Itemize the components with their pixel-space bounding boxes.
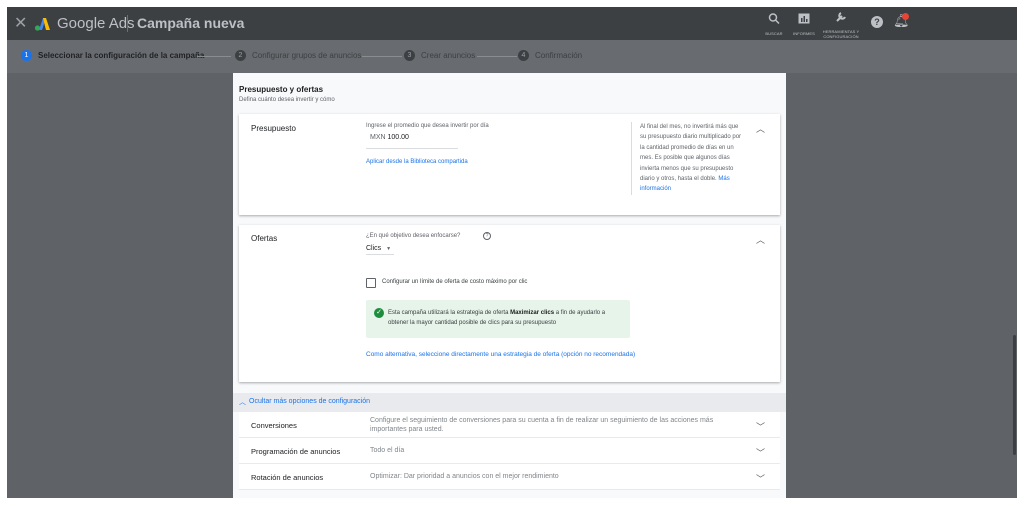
search-icon	[768, 13, 780, 25]
strategy-name: Maximizar clics	[510, 310, 555, 316]
conversions-row[interactable]: Conversiones Configure el seguimiento de…	[239, 412, 780, 438]
page-title: Campaña nueva	[137, 15, 245, 31]
step-number: 3	[404, 50, 415, 61]
dropdown-arrow-icon: ▼	[386, 246, 392, 252]
step-number: 1	[21, 50, 32, 61]
bids-label: Ofertas	[251, 234, 278, 243]
strategy-info-text: Esta campaña utilizará la estrategia de …	[388, 308, 620, 328]
budget-card: Presupuesto Ingrese el promedio que dese…	[239, 114, 780, 215]
help-circle-icon[interactable]: ?	[483, 232, 491, 240]
wrench-icon	[836, 12, 846, 22]
chevron-down-icon: ﹀	[756, 422, 766, 432]
shared-library-link[interactable]: Aplicar desde la Biblioteca compartida	[366, 159, 468, 165]
row-label: Programación de anuncios	[251, 447, 341, 456]
ad-schedule-row[interactable]: Programación de anuncios Todo el día ﹀	[239, 438, 780, 464]
chevron-up-icon[interactable]: ︿	[756, 233, 765, 246]
row-value: Todo el día	[370, 447, 405, 454]
strategy-info-box: ✓ Esta campaña utilizará la estrategia d…	[366, 300, 630, 338]
budget-bids-panel: Presupuesto y ofertas Defina cuánto dese…	[233, 73, 786, 498]
tools-settings[interactable]: HERRAMIENTAS Y CONFIGURACIÓN	[822, 9, 860, 39]
step-confirmation[interactable]: 4 Confirmación	[518, 50, 582, 61]
brand-name: Google Ads	[57, 15, 135, 32]
row-value: Optimizar: Dar prioridad a anuncios con …	[370, 473, 559, 480]
step-connector	[197, 56, 231, 57]
max-cpc-checkbox[interactable]	[366, 278, 376, 288]
reports-tool-label: INFORMES	[793, 31, 815, 36]
step-ad-groups[interactable]: 2 Configurar grupos de anuncios	[235, 50, 361, 61]
search-tool-label: BUSCAR	[765, 31, 783, 36]
close-icon[interactable]: ✕	[14, 13, 27, 33]
bids-question: ¿En qué objetivo desea enfocarse?	[366, 233, 461, 239]
ad-rotation-row[interactable]: Rotación de anuncios Optimizar: Dar prio…	[239, 464, 780, 490]
search-tool[interactable]: BUSCAR	[765, 11, 783, 36]
budget-amount: 100.00	[387, 134, 409, 141]
step-label: Seleccionar la configuración de la campa…	[38, 51, 205, 60]
check-circle-icon: ✓	[374, 308, 384, 318]
step-connector	[477, 56, 517, 57]
budget-label: Presupuesto	[251, 124, 296, 133]
bid-focus-value: Clics	[366, 245, 382, 252]
page-scrollbar[interactable]	[1013, 335, 1016, 455]
tools-settings-label: HERRAMIENTAS Y CONFIGURACIÓN	[822, 29, 860, 39]
more-options-toggle[interactable]: ︿ Ocultar más opciones de configuración	[233, 393, 786, 412]
app-window: ✕ Google Ads Campaña nueva BUSCAR INFORM…	[7, 7, 1017, 498]
title-divider	[127, 15, 128, 32]
bids-card: Ofertas ¿En qué objetivo desea enfocarse…	[239, 225, 780, 382]
section-title: Presupuesto y ofertas	[239, 85, 324, 94]
reports-tool[interactable]: INFORMES	[791, 11, 817, 36]
alt-strategy-link[interactable]: Como alternativa, seleccione directament…	[366, 351, 635, 358]
step-connector	[362, 56, 402, 57]
max-cpc-label: Configurar un límite de oferta de costo …	[382, 279, 528, 285]
row-value: Configure el seguimiento de conversiones…	[370, 417, 714, 433]
row-label: Conversiones	[251, 421, 297, 430]
section-subtitle: Defina cuánto desea invertir y cómo	[239, 97, 335, 103]
top-app-bar: ✕ Google Ads Campaña nueva BUSCAR INFORM…	[7, 7, 1017, 40]
budget-hint: Ingrese el promedio que desea invertir p…	[366, 123, 489, 129]
step-label: Confirmación	[535, 51, 583, 60]
reports-icon	[798, 13, 810, 24]
step-campaign-settings[interactable]: 1 Seleccionar la configuración de la cam…	[21, 50, 204, 61]
help-icon[interactable]: ?	[871, 16, 883, 28]
chevron-down-icon: ﹀	[756, 474, 766, 484]
step-number: 4	[518, 50, 529, 61]
step-label: Configurar grupos de anuncios	[252, 51, 362, 60]
google-ads-logo	[34, 18, 50, 31]
currency-code: MXN	[370, 134, 386, 141]
step-create-ads[interactable]: 3 Crear anuncios	[404, 50, 475, 61]
campaign-stepper: 1 Seleccionar la configuración de la cam…	[7, 40, 1017, 73]
notification-badge	[902, 13, 909, 20]
bid-focus-dropdown[interactable]: Clics ▼	[366, 245, 394, 255]
info-text-pre: Esta campaña utilizará la estrategia de …	[388, 310, 511, 316]
budget-info-note: Al final del mes, no invertirá más que s…	[631, 122, 746, 195]
chevron-up-icon: ︿	[239, 399, 246, 406]
row-label: Rotación de anuncios	[251, 473, 324, 482]
chevron-down-icon: ﹀	[756, 448, 766, 458]
budget-input[interactable]: MXN 100.00	[366, 134, 458, 149]
step-label: Crear anuncios	[421, 51, 476, 60]
chevron-up-icon[interactable]: ︿	[756, 122, 765, 135]
step-number: 2	[235, 50, 246, 61]
more-options-label: Ocultar más opciones de configuración	[249, 398, 371, 405]
budget-note-text: Al final del mes, no invertirá más que s…	[640, 124, 742, 183]
